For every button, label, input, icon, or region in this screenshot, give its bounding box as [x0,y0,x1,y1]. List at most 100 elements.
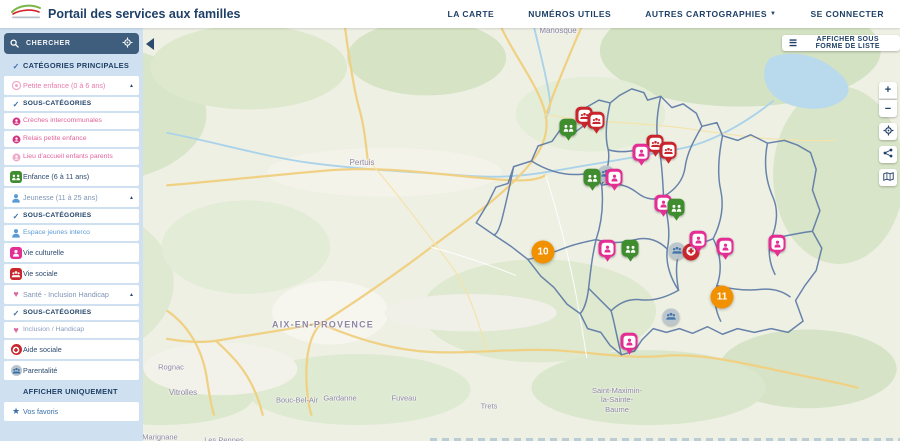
item-label: Jeunesse (11 à 25 ans) [23,194,127,202]
map-marker-vie-culturelle[interactable] [633,144,650,161]
geolocate-button[interactable] [879,123,897,140]
sidebar-item-espace-jeunes-interco[interactable]: Espace jeunes interco [4,225,139,241]
item-label: Vie culturelle [23,249,134,257]
sidebar-item-lieu-d-accueil-enfants-parents[interactable]: Lieu d'accueil enfants parents [4,149,139,165]
dot-icon [9,117,23,126]
youth-icon [9,228,23,238]
search-input[interactable] [24,39,117,48]
agglomeration-logo-icon [10,3,42,25]
children-icon [622,240,639,257]
map-marker-enfance[interactable] [622,240,639,257]
star-icon: ★ [9,407,23,416]
item-label: Crèches intercommunales [23,117,134,124]
item-label: SOUS-CATÉGORIES [23,309,134,316]
lifebuoy-icon [9,344,23,355]
geolocate-search-icon[interactable] [122,35,133,53]
dot-icon [9,153,23,162]
heart-icon: ♥ [9,326,23,335]
item-label: CATÉGORIES PRINCIPALES [23,62,134,70]
item-label: Petite enfance (0 à 6 ans) [23,82,127,90]
sidebar-item-enfance-6-a-11-ans[interactable]: Enfance (6 à 11 ans) [4,167,139,186]
item-label: SOUS-CATÉGORIES [23,100,134,107]
sidebar-item-sous-categories: ✓SOUS-CATÉGORIES [4,306,139,320]
map-marker-vie-culturelle[interactable] [621,333,638,350]
map-marker-vie-culturelle[interactable] [599,240,616,257]
zoom-out-button[interactable]: − [879,100,897,117]
check-icon: ✓ [9,62,23,71]
baby-icon [9,80,23,91]
item-label: Relais petite enfance [23,135,134,142]
filters-sidebar: ✓CATÉGORIES PRINCIPALESPetite enfance (0… [0,28,143,441]
sidebar-collapse-arrow-icon[interactable] [146,38,154,50]
person-square-icon [9,247,23,259]
show-as-list-label: AFFICHER SOUS FORME DE LISTE [802,36,893,50]
youth-icon [9,193,23,203]
map-layers-icon [883,171,894,185]
sidebar-item-vie-culturelle[interactable]: Vie culturelle [4,243,139,262]
nav-item-autres-cartographies[interactable]: AUTRES CARTOGRAPHIES▼ [645,9,776,19]
person-icon [601,242,613,254]
sidebar-item-sous-categories: ✓SOUS-CATÉGORIES [4,97,139,111]
collapse-section-icon[interactable]: ▲ [129,83,134,89]
nav-label: SE CONNECTER [810,9,884,19]
sidebar-item-vos-favoris[interactable]: ★Vos favoris [4,402,139,421]
person-icon [719,240,731,252]
nav-item-numeros-utiles[interactable]: NUMÉROS UTILES [528,9,611,19]
collapse-section-icon[interactable]: ▲ [129,195,134,201]
sidebar-item-vie-sociale[interactable]: Vie sociale [4,264,139,283]
map-marker-parentalite[interactable] [663,309,680,326]
sidebar-item-parentalite[interactable]: Parentalité [4,361,139,380]
page-title: Portail des services aux familles [48,7,240,21]
item-label: Vos favoris [23,408,134,416]
group-icon [662,144,674,156]
sidebar-item-petite-enfance-0-a-6-ans[interactable]: Petite enfance (0 à 6 ans)▲ [4,76,139,95]
item-label: Aide sociale [23,346,134,354]
sidebar-item-sante-inclusion-handicap[interactable]: ♥Santé - Inclusion Handicap▲ [4,285,139,304]
nav-item-la-carte[interactable]: LA CARTE [448,9,495,19]
sidebar-item-creches-intercommunales[interactable]: Crèches intercommunales [4,113,139,129]
sidebar-item-jeunesse-11-a-25-ans[interactable]: Jeunesse (11 à 25 ans)▲ [4,188,139,207]
sidebar-item-relais-petite-enfance[interactable]: Relais petite enfance [4,131,139,147]
map-layers-button[interactable] [879,169,897,186]
cluster-marker[interactable]: 10 [532,241,555,264]
check-icon: ✓ [9,212,23,221]
group-icon [590,114,602,126]
share-button[interactable] [879,146,897,163]
sidebar-item-inclusion-handicap[interactable]: ♥Inclusion / Handicap [4,322,139,338]
children-icon [668,199,685,216]
top-bar: Portail des services aux familles LA CAR… [0,0,900,28]
person-icon [771,237,783,249]
show-as-list-button[interactable]: ☰ AFFICHER SOUS FORME DE LISTE [782,35,900,51]
sidebar-section-afficher-uniquement: AFFICHER UNIQUEMENT [4,385,139,400]
item-label: Santé - Inclusion Handicap [23,291,127,299]
map-marker-vie-culturelle[interactable] [769,235,786,252]
map-marker-vie-culturelle[interactable] [690,231,707,248]
nav-label: NUMÉROS UTILES [528,9,611,19]
search-bar[interactable] [4,33,139,54]
item-label: Vie sociale [23,270,134,278]
cluster-marker[interactable]: 11 [711,286,734,309]
geolocate-icon [883,125,894,139]
map-marker-enfance[interactable] [584,169,601,186]
children-icon [584,169,601,186]
person-icon [635,146,647,158]
map-marker-vie-culturelle[interactable] [717,238,734,255]
search-icon [10,35,19,53]
list-icon: ☰ [789,39,797,48]
nav-item-se-connecter[interactable]: SE CONNECTER [810,9,884,19]
collapse-section-icon[interactable]: ▲ [129,292,134,298]
dot-icon [9,135,23,144]
map-marker-enfance[interactable] [560,119,577,136]
map-marker-vie-culturelle[interactable] [606,169,623,186]
sidebar-item-aide-sociale[interactable]: Aide sociale [4,340,139,359]
map-marker-vie-sociale[interactable] [588,112,605,129]
share-icon [883,148,893,161]
nav-label: AUTRES CARTOGRAPHIES [645,9,767,19]
brand[interactable]: Portail des services aux familles [10,3,240,25]
map-marker-enfance[interactable] [668,199,685,216]
chevron-down-icon: ▼ [770,11,776,17]
zoom-in-button[interactable]: + [879,82,897,99]
nav-label: LA CARTE [448,9,495,19]
family-icon [666,308,677,326]
map-marker-vie-sociale[interactable] [660,142,677,159]
